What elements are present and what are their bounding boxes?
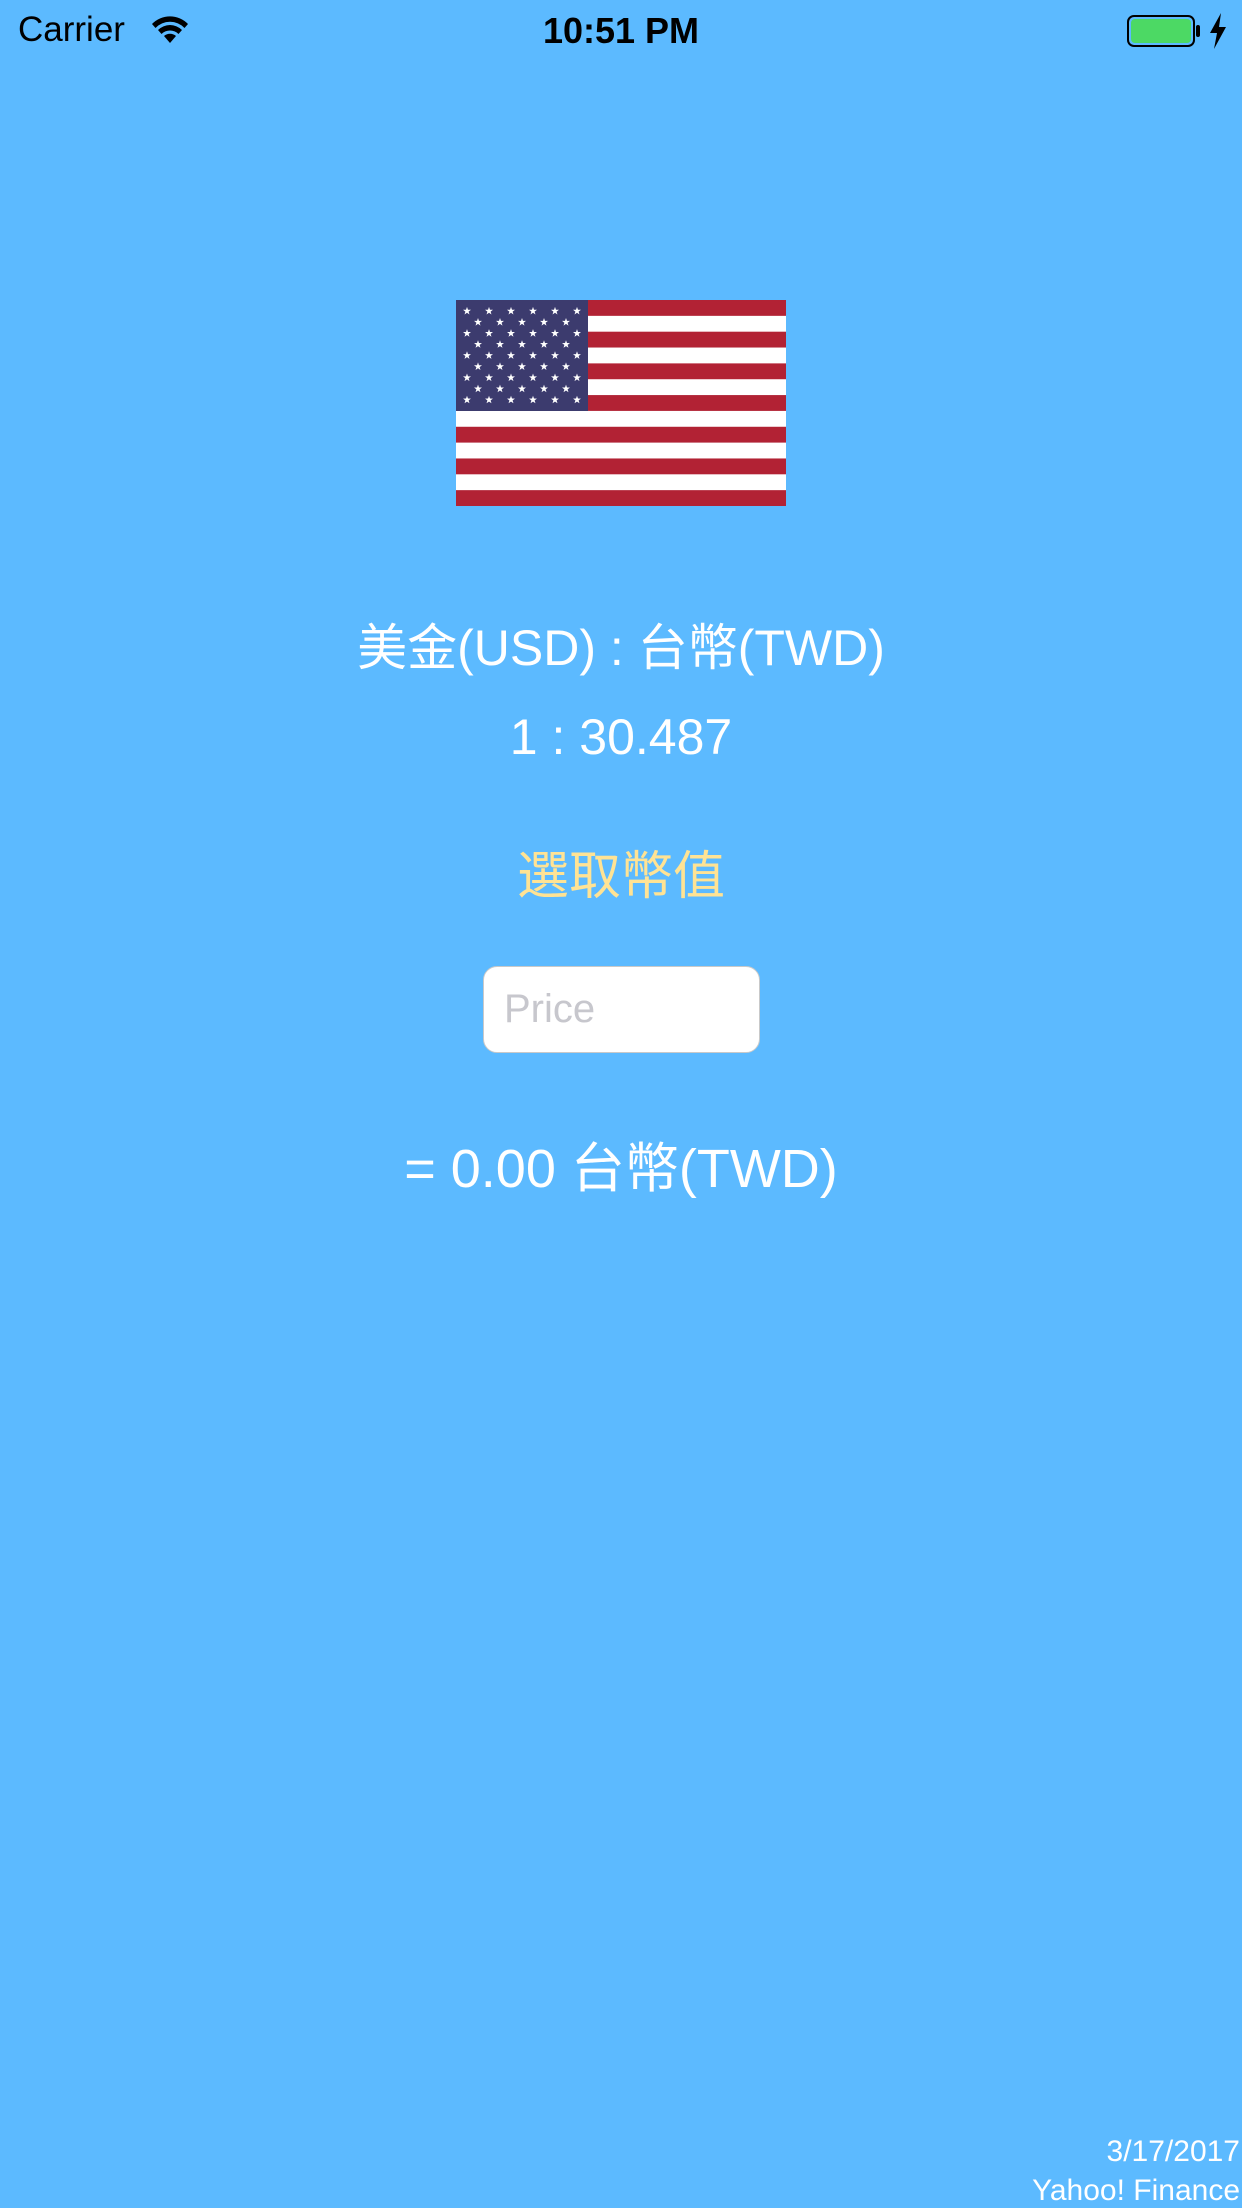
charging-bolt-icon xyxy=(1210,13,1226,49)
currency-pair-label: 美金(USD) : 台幣(TWD) xyxy=(357,620,885,676)
battery-icon xyxy=(1127,15,1200,47)
select-currency-button[interactable]: 選取幣值 xyxy=(471,834,771,906)
exchange-rate-value: 1 : 30.487 xyxy=(509,709,733,765)
status-bar: Carrier 10:51 PM xyxy=(0,0,1242,60)
rate-date: 3/17/2017 xyxy=(1106,2135,1240,2168)
us-flag-icon xyxy=(456,300,786,506)
data-source-label: Yahoo! Finance xyxy=(1032,2174,1240,2207)
converted-result: = 0.00 台幣(TWD) xyxy=(404,1139,838,1199)
status-time: 10:51 PM xyxy=(542,10,700,51)
price-input[interactable] xyxy=(483,966,760,1053)
